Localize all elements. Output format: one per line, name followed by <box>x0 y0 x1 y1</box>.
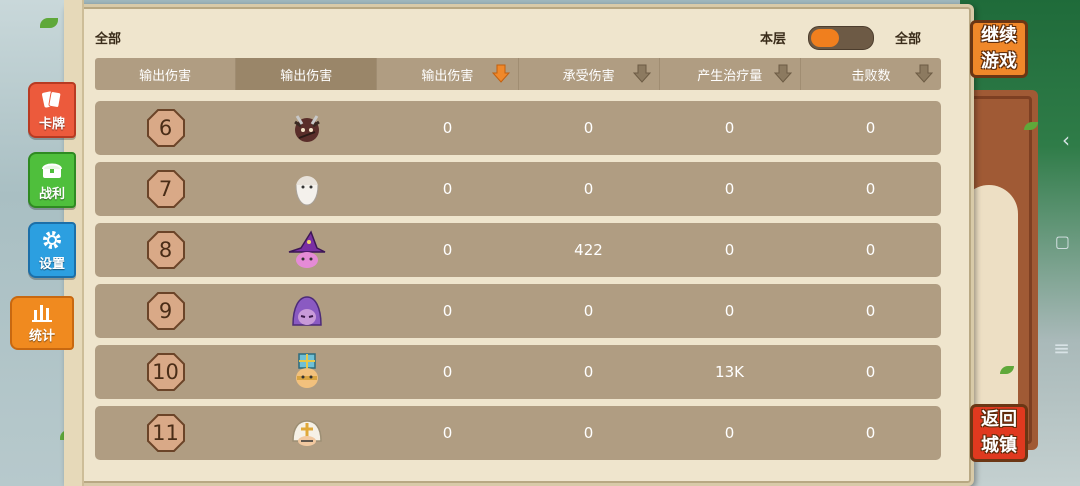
rank-badge: 11 <box>146 414 185 452</box>
kills-value: 0 <box>865 302 876 320</box>
continue-button-line1: 继续 <box>981 25 1017 46</box>
white-priest-icon <box>291 420 322 446</box>
rank-badge: 6 <box>146 109 185 147</box>
column-label: 击败数 <box>851 68 891 84</box>
return-town-button[interactable]: 返回 城镇 <box>970 404 1028 462</box>
rank-badge: 10 <box>146 353 185 391</box>
column-header-damage-dealt[interactable]: 输出伤害 <box>377 58 519 90</box>
system-home-icon[interactable]: ▢ <box>1055 232 1070 251</box>
damage-dealt-value: 0 <box>442 363 453 381</box>
kills-value: 0 <box>865 241 876 259</box>
healing-value: 0 <box>724 119 735 137</box>
column-label: 输出伤害 <box>421 68 474 84</box>
healing-value: 0 <box>724 424 735 442</box>
rank-badge: 8 <box>146 231 185 269</box>
sort-arrow-icon[interactable] <box>915 64 934 84</box>
paladin-icon <box>295 353 318 388</box>
sort-arrow-active-icon[interactable] <box>491 64 510 84</box>
damage-dealt-value: 0 <box>442 119 453 137</box>
column-label: 产生治疗量 <box>697 68 763 84</box>
sort-arrow-icon[interactable] <box>773 64 792 84</box>
continue-button-line2: 游戏 <box>981 51 1017 72</box>
sidebar-item-cards[interactable]: 卡牌 <box>28 82 76 138</box>
kills-value: 0 <box>865 424 876 442</box>
healing-value: 0 <box>724 180 735 198</box>
rank-badge: 7 <box>146 170 185 208</box>
sidebar-item-label: 设置 <box>38 257 65 272</box>
table-row[interactable]: 10 0 0 13K 0 <box>95 345 941 399</box>
column-label: 输出伤害 <box>280 68 333 84</box>
toggle-all-label: 全部 <box>895 32 922 47</box>
table-row[interactable]: 7 0 0 0 0 <box>95 162 941 216</box>
damage-taken-value: 0 <box>583 302 594 320</box>
table-row[interactable]: 8 0 422 0 0 <box>95 223 941 277</box>
damage-taken-value: 0 <box>583 119 594 137</box>
table-header: 输出伤害 输出伤害 输出伤害 承受伤害 产生治疗量 击败数 <box>95 58 941 90</box>
hooded-mage-icon <box>291 296 322 326</box>
sidebar-item-settings[interactable]: 设置 <box>28 222 76 278</box>
old-sage-icon <box>295 176 318 206</box>
rank-number: 6 <box>158 116 173 140</box>
damage-dealt-value: 0 <box>442 241 453 259</box>
return-button-line1: 返回 <box>981 409 1017 430</box>
witch-icon <box>288 230 325 268</box>
sidebar-item-label: 卡牌 <box>38 117 65 132</box>
damage-dealt-value: 0 <box>442 180 453 198</box>
sidebar-item-label: 战利 <box>38 187 65 202</box>
table-row[interactable]: 6 0 0 0 0 <box>95 101 941 155</box>
column-label: 承受伤害 <box>562 68 615 84</box>
column-header-kills[interactable]: 击败数 <box>801 58 941 90</box>
damage-taken-value: 0 <box>583 180 594 198</box>
system-menu-icon[interactable]: ≡ <box>1053 336 1070 360</box>
column-header-healing[interactable]: 产生治疗量 <box>660 58 801 90</box>
horned-warrior-icon <box>293 115 320 142</box>
table-row[interactable]: 9 0 0 0 0 <box>95 284 941 338</box>
sort-arrow-icon[interactable] <box>632 64 651 84</box>
table-row[interactable]: 11 0 0 0 0 <box>95 406 941 460</box>
rank-number: 9 <box>158 299 173 323</box>
sidebar-item-label: 统计 <box>28 329 55 344</box>
column-header-damage-taken[interactable]: 承受伤害 <box>519 58 660 90</box>
healing-value: 13K <box>715 363 744 381</box>
healing-value: 0 <box>724 241 735 259</box>
rank-number: 10 <box>152 360 179 384</box>
damage-dealt-value: 0 <box>442 302 453 320</box>
cards-icon <box>42 91 62 108</box>
rank-number: 11 <box>152 421 179 445</box>
rank-number: 8 <box>158 238 173 262</box>
damage-taken-value: 0 <box>583 363 594 381</box>
sidebar-item-stats[interactable]: 统计 <box>10 296 74 350</box>
filter-all-label[interactable]: 全部 <box>95 28 121 47</box>
treasure-chest-icon <box>42 163 62 178</box>
kills-value: 0 <box>865 363 876 381</box>
gear-icon <box>43 231 61 249</box>
system-back-icon[interactable]: ‹ <box>1062 128 1070 152</box>
damage-taken-value: 422 <box>574 241 603 259</box>
toggle-knob <box>811 29 839 47</box>
return-button-line2: 城镇 <box>981 435 1017 456</box>
damage-dealt-value: 0 <box>442 424 453 442</box>
scope-toggle[interactable] <box>808 26 874 50</box>
damage-taken-value: 0 <box>583 424 594 442</box>
kills-value: 0 <box>865 180 876 198</box>
toggle-floor-label: 本层 <box>760 32 787 47</box>
continue-game-button[interactable]: 继续 游戏 <box>970 20 1028 78</box>
column-header[interactable]: 输出伤害 <box>236 58 378 90</box>
column-label: 输出伤害 <box>139 68 192 84</box>
sidebar-item-loot[interactable]: 战利 <box>28 152 76 208</box>
rank-number: 7 <box>158 177 173 201</box>
bar-chart-icon <box>32 305 52 322</box>
column-header[interactable]: 输出伤害 <box>95 58 237 90</box>
kills-value: 0 <box>865 119 876 137</box>
healing-value: 0 <box>724 302 735 320</box>
rank-badge: 9 <box>146 292 185 330</box>
